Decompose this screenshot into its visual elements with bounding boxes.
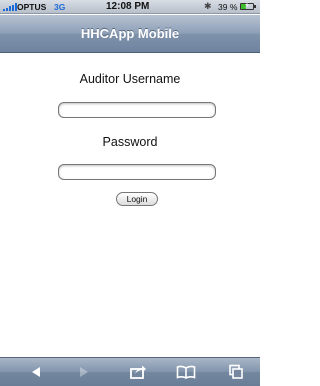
password-label: Password [102, 135, 158, 149]
carrier-name: OPTUS [17, 2, 47, 12]
back-arrow-icon[interactable] [16, 358, 56, 386]
battery-icon: ⚡ [240, 1, 256, 10]
network-type: 3G [54, 2, 66, 12]
bookmarks-icon[interactable] [166, 358, 206, 386]
bluetooth-icon: ✱ [204, 1, 212, 11]
status-time: 12:08 PM [106, 1, 150, 12]
page-title: HHCApp Mobile [0, 15, 260, 53]
status-bar: OPTUS 3G 12:08 PM ✱ 39 % ⚡ [0, 0, 260, 14]
login-button[interactable]: Login [116, 192, 158, 206]
username-label: Auditor Username [79, 72, 181, 86]
battery-percent: 39 % [218, 2, 238, 12]
password-field[interactable] [58, 164, 216, 180]
forward-arrow-icon[interactable] [64, 358, 104, 386]
pages-icon[interactable] [216, 358, 256, 386]
username-field[interactable] [58, 102, 216, 118]
signal-strength-icon [3, 3, 17, 11]
browser-toolbar [0, 357, 260, 386]
share-icon[interactable] [118, 358, 158, 386]
